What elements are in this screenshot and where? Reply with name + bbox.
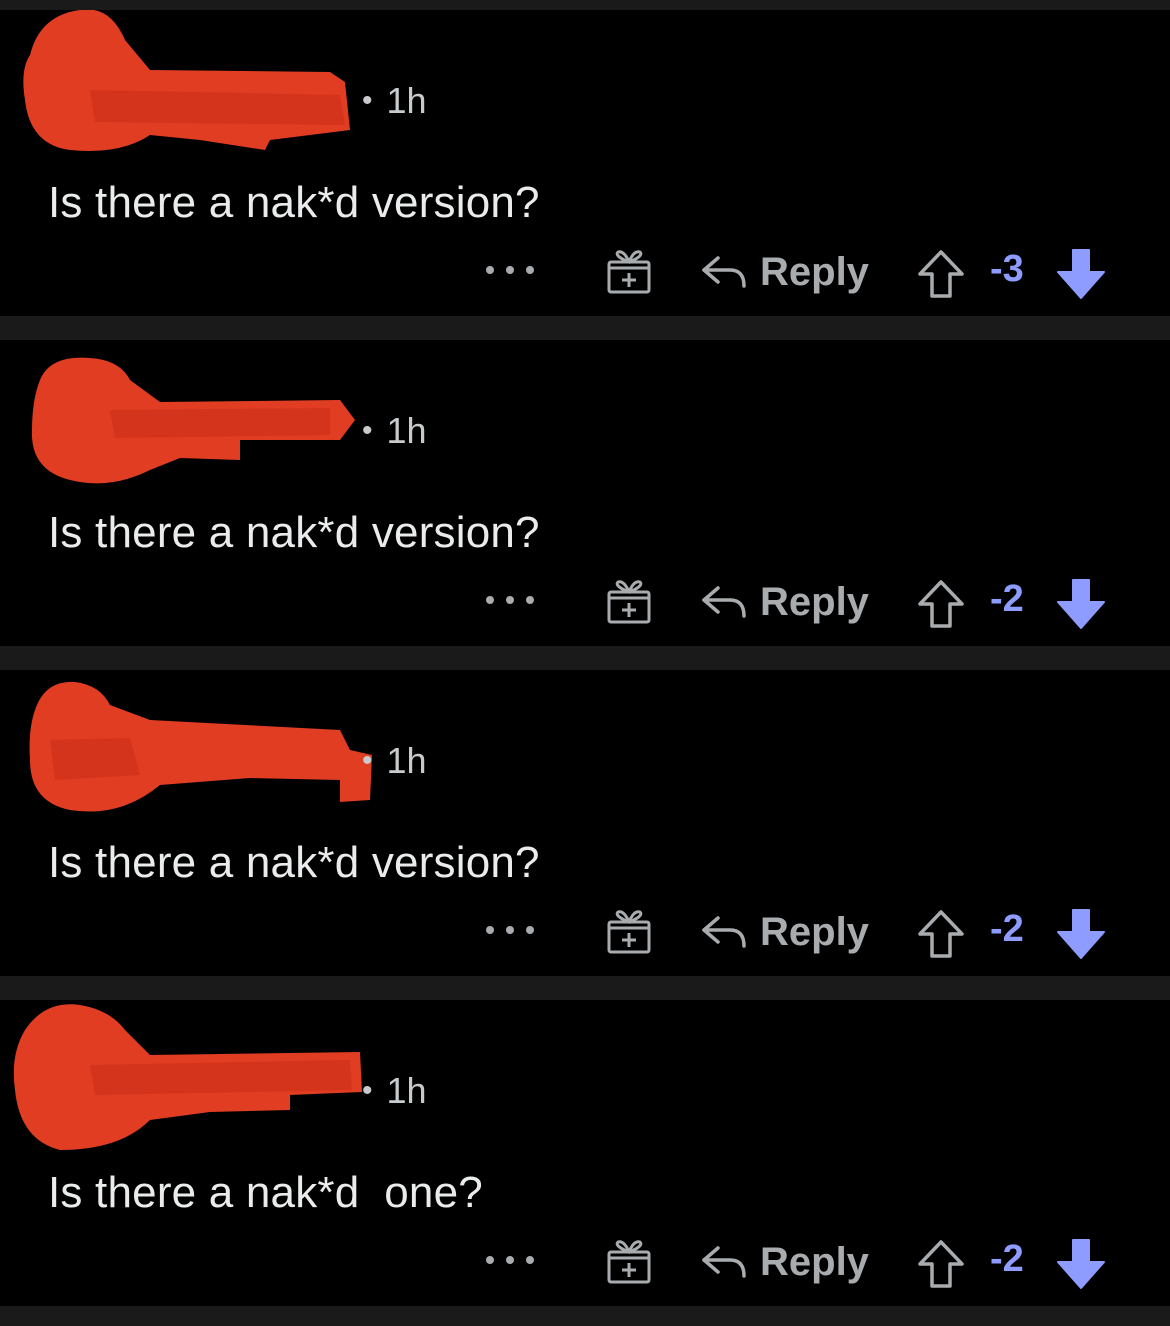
more-dots-icon bbox=[486, 266, 494, 274]
redacted-author-scribble bbox=[29, 681, 373, 812]
upvote-arrow-icon[interactable] bbox=[914, 1236, 968, 1290]
more-dots-icon bbox=[486, 596, 494, 604]
comment-meta: • 1h bbox=[362, 740, 427, 782]
comment-time: 1h bbox=[386, 80, 427, 121]
reply-button[interactable]: Reply bbox=[700, 576, 869, 628]
downvote-arrow-icon[interactable] bbox=[1054, 1236, 1108, 1292]
vote-score: -2 bbox=[990, 1238, 1024, 1280]
meta-dot: • bbox=[362, 1074, 373, 1107]
comment-body: Is there a nak*d version? bbox=[48, 178, 540, 227]
upvote-arrow-icon[interactable] bbox=[914, 246, 968, 300]
top-separator bbox=[0, 0, 1170, 10]
reply-button[interactable]: Reply bbox=[700, 1236, 869, 1288]
reply-label: Reply bbox=[760, 909, 869, 954]
reply-button[interactable]: Reply bbox=[700, 906, 869, 958]
more-options-button[interactable] bbox=[486, 250, 534, 290]
gift-icon[interactable] bbox=[604, 906, 654, 956]
comment-actions: Reply -2 bbox=[0, 570, 1170, 640]
gift-icon[interactable] bbox=[604, 1236, 654, 1286]
reply-button[interactable]: Reply bbox=[700, 246, 869, 298]
comment-time: 1h bbox=[386, 1070, 427, 1111]
gift-icon[interactable] bbox=[604, 576, 654, 626]
more-dot bbox=[526, 926, 534, 934]
comment-separator bbox=[0, 976, 1170, 1000]
vote-score: -2 bbox=[990, 578, 1024, 620]
comment-separator bbox=[0, 316, 1170, 340]
vote-score: -3 bbox=[990, 248, 1024, 290]
more-dot bbox=[506, 596, 514, 604]
comment-body: Is there a nak*d version? bbox=[48, 838, 540, 887]
more-options-button[interactable] bbox=[486, 580, 534, 620]
more-dot bbox=[526, 596, 534, 604]
reply-arrow-icon bbox=[702, 586, 746, 618]
downvote-arrow-icon[interactable] bbox=[1054, 246, 1108, 302]
meta-dot: • bbox=[362, 84, 373, 117]
comment-meta: • 1h bbox=[362, 1070, 427, 1112]
comment: • 1h Is there a nak*d version? Reply -3 bbox=[0, 10, 1170, 316]
redacted-author-scribble bbox=[23, 10, 350, 151]
more-dot bbox=[506, 266, 514, 274]
more-dot bbox=[506, 1256, 514, 1264]
meta-dot: • bbox=[362, 744, 373, 777]
comment: • 1h Is there a nak*d version? Reply -2 bbox=[0, 340, 1170, 646]
comment-time: 1h bbox=[386, 410, 427, 451]
reply-arrow-icon bbox=[702, 916, 746, 948]
downvote-arrow-icon[interactable] bbox=[1054, 576, 1108, 632]
reply-label: Reply bbox=[760, 1239, 869, 1284]
more-options-button[interactable] bbox=[486, 1240, 534, 1280]
comment: • 1h Is there a nak*d version? Reply -2 bbox=[0, 670, 1170, 976]
comment-separator bbox=[0, 646, 1170, 670]
comment-actions: Reply -2 bbox=[0, 1230, 1170, 1300]
vote-score: -2 bbox=[990, 908, 1024, 950]
more-dots-icon bbox=[486, 926, 494, 934]
comment-body: Is there a nak*d version? bbox=[48, 508, 540, 557]
comment-actions: Reply -3 bbox=[0, 240, 1170, 310]
upvote-arrow-icon[interactable] bbox=[914, 906, 968, 960]
comment-actions: Reply -2 bbox=[0, 900, 1170, 970]
redacted-author-scribble bbox=[31, 357, 356, 484]
more-dot bbox=[526, 1256, 534, 1264]
comment-meta: • 1h bbox=[362, 410, 427, 452]
reply-label: Reply bbox=[760, 579, 869, 624]
more-options-button[interactable] bbox=[486, 910, 534, 950]
reply-arrow-icon bbox=[702, 256, 746, 288]
downvote-arrow-icon[interactable] bbox=[1054, 906, 1108, 962]
gift-icon[interactable] bbox=[604, 246, 654, 296]
meta-dot: • bbox=[362, 414, 373, 447]
more-dots-icon bbox=[486, 1256, 494, 1264]
reply-arrow-icon bbox=[702, 1246, 746, 1278]
comment-meta: • 1h bbox=[362, 80, 427, 122]
comment: • 1h Is there a nak*d one? Reply -2 bbox=[0, 1000, 1170, 1306]
comment-separator bbox=[0, 1306, 1170, 1326]
comment-body: Is there a nak*d one? bbox=[48, 1168, 483, 1217]
comment-time: 1h bbox=[386, 740, 427, 781]
reply-label: Reply bbox=[760, 249, 869, 294]
more-dot bbox=[526, 266, 534, 274]
upvote-arrow-icon[interactable] bbox=[914, 576, 968, 630]
more-dot bbox=[506, 926, 514, 934]
redacted-author-scribble bbox=[13, 1004, 362, 1150]
